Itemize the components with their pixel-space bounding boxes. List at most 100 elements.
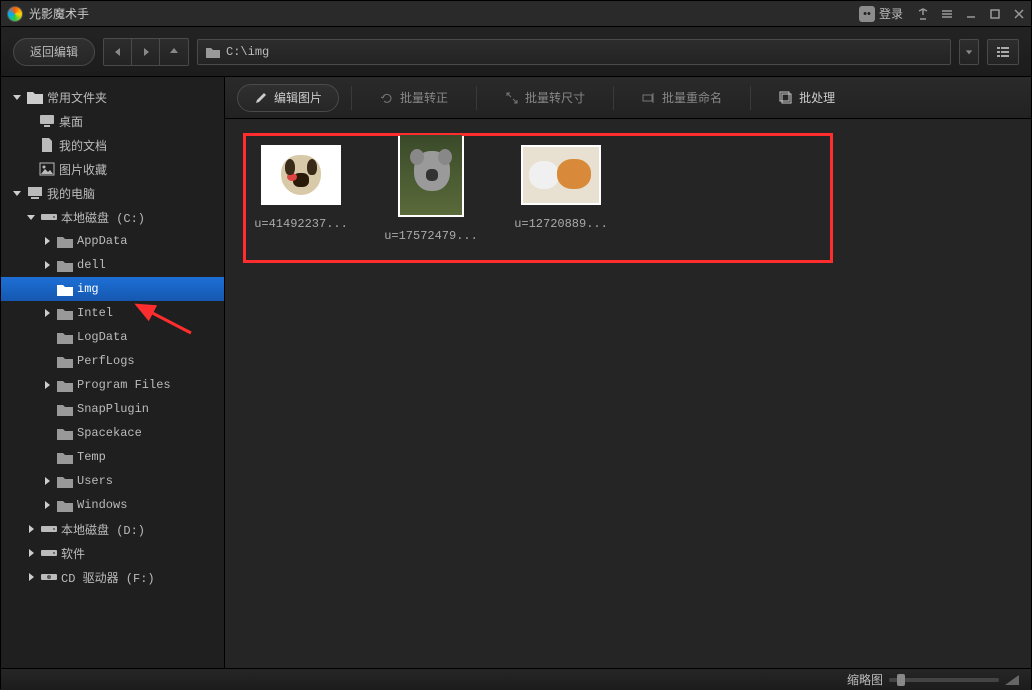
expand-icon xyxy=(41,309,53,317)
thumbnail-size-slider[interactable] xyxy=(889,678,999,682)
thumbnail-item[interactable]: u=17572479... xyxy=(381,145,481,243)
tree-documents[interactable]: 我的文档 xyxy=(1,133,224,157)
face-icon: •• xyxy=(859,6,875,22)
expand-icon xyxy=(25,573,37,581)
folder-icon xyxy=(57,306,73,320)
batch-icon xyxy=(779,91,793,105)
expand-icon xyxy=(25,549,37,557)
folder-icon xyxy=(57,474,73,488)
document-icon xyxy=(39,138,55,152)
app-logo-icon xyxy=(7,6,23,22)
expand-icon xyxy=(25,525,37,533)
tree-folder-windows[interactable]: Windows xyxy=(1,493,224,517)
nav-up-button[interactable] xyxy=(160,39,188,65)
thumbnail-size-label: 缩略图 xyxy=(847,671,883,688)
folder-tree: 常用文件夹 桌面 我的文档 图片收藏 我的电脑 本地磁盘 (C:) AppDat… xyxy=(1,77,225,668)
close-button[interactable] xyxy=(1007,1,1031,27)
edit-image-button[interactable]: 编辑图片 xyxy=(237,84,339,112)
collapse-icon xyxy=(11,93,23,101)
tree-folder-img[interactable]: img xyxy=(1,277,224,301)
drive-icon xyxy=(41,522,57,536)
tree-computer[interactable]: 我的电脑 xyxy=(1,181,224,205)
tree-folder-snapplugin[interactable]: SnapPlugin xyxy=(1,397,224,421)
divider xyxy=(351,86,352,110)
tree-folder-logdata[interactable]: LogData xyxy=(1,325,224,349)
computer-icon xyxy=(27,186,43,200)
folder-icon xyxy=(57,234,73,248)
tree-software[interactable]: 软件 xyxy=(1,541,224,565)
tree-favorites[interactable]: 常用文件夹 xyxy=(1,85,224,109)
view-options-button[interactable] xyxy=(987,39,1019,65)
pencil-icon xyxy=(254,91,268,105)
divider xyxy=(613,86,614,110)
batch-rename-button[interactable]: 批量重命名 xyxy=(626,84,738,112)
minimize-button[interactable] xyxy=(959,1,983,27)
nav-bar: 返回编辑 C:\img xyxy=(1,27,1031,77)
folder-icon xyxy=(57,450,73,464)
folder-icon xyxy=(27,90,43,104)
path-text: C:\img xyxy=(226,45,269,59)
rename-icon xyxy=(642,91,656,105)
tree-folder-temp[interactable]: Temp xyxy=(1,445,224,469)
app-title: 光影魔术手 xyxy=(29,5,89,22)
thumbnail-gallery[interactable]: u=41492237... u=17572479... u=12720889..… xyxy=(225,119,1031,668)
content-pane: 编辑图片 批量转正 批量转尺寸 批量重命名 批处理 xyxy=(225,77,1031,668)
pictures-icon xyxy=(39,162,55,176)
nav-back-button[interactable] xyxy=(104,39,132,65)
drive-icon xyxy=(41,546,57,560)
folder-icon xyxy=(57,426,73,440)
thumbnail-item[interactable]: u=41492237... xyxy=(251,145,351,243)
folder-icon xyxy=(57,378,73,392)
content-toolbar: 编辑图片 批量转正 批量转尺寸 批量重命名 批处理 xyxy=(225,77,1031,119)
thumbnail-image xyxy=(521,145,601,205)
tree-pictures[interactable]: 图片收藏 xyxy=(1,157,224,181)
tree-folder-dell[interactable]: dell xyxy=(1,253,224,277)
batch-process-button[interactable]: 批处理 xyxy=(763,84,851,112)
thumbnail-caption: u=41492237... xyxy=(254,217,348,231)
resize-icon xyxy=(505,91,519,105)
tree-folder-spacekace[interactable]: Spacekace xyxy=(1,421,224,445)
path-dropdown[interactable] xyxy=(959,39,979,65)
thumbnail-caption: u=17572479... xyxy=(384,229,478,243)
tree-folder-appdata[interactable]: AppData xyxy=(1,229,224,253)
folder-icon xyxy=(57,498,73,512)
folder-icon xyxy=(57,282,73,296)
batch-resize-button[interactable]: 批量转尺寸 xyxy=(489,84,601,112)
expand-icon xyxy=(41,237,53,245)
tree-drive-f[interactable]: CD 驱动器 (F:) xyxy=(1,565,224,589)
tree-folder-perflogs[interactable]: PerfLogs xyxy=(1,349,224,373)
folder-icon xyxy=(57,258,73,272)
folder-icon xyxy=(57,330,73,344)
title-bar: 光影魔术手 •• 登录 xyxy=(1,1,1031,27)
divider xyxy=(750,86,751,110)
menu-button[interactable] xyxy=(935,1,959,27)
tree-drive-d[interactable]: 本地磁盘 (D:) xyxy=(1,517,224,541)
divider xyxy=(476,86,477,110)
nav-group xyxy=(103,38,189,66)
maximize-button[interactable] xyxy=(983,1,1007,27)
collapse-icon xyxy=(25,213,37,221)
tree-folder-intel[interactable]: Intel xyxy=(1,301,224,325)
drive-icon xyxy=(41,210,57,224)
path-input[interactable]: C:\img xyxy=(197,39,951,65)
folder-icon xyxy=(206,46,220,58)
slider-knob[interactable] xyxy=(897,674,905,686)
batch-rotate-button[interactable]: 批量转正 xyxy=(364,84,464,112)
cd-drive-icon xyxy=(41,570,57,584)
thumbnail-image xyxy=(261,145,341,205)
nav-forward-button[interactable] xyxy=(132,39,160,65)
tree-folder-program-files[interactable]: Program Files xyxy=(1,373,224,397)
back-to-edit-button[interactable]: 返回编辑 xyxy=(13,38,95,66)
size-max-icon xyxy=(1005,675,1019,685)
login-button[interactable]: •• 登录 xyxy=(851,5,911,22)
tree-drive-c[interactable]: 本地磁盘 (C:) xyxy=(1,205,224,229)
status-bar: 缩略图 xyxy=(1,668,1031,690)
rotate-icon xyxy=(380,91,394,105)
thumbnail-item[interactable]: u=12720889... xyxy=(511,145,611,243)
desktop-icon xyxy=(39,114,55,128)
tree-folder-users[interactable]: Users xyxy=(1,469,224,493)
expand-icon xyxy=(41,477,53,485)
tree-desktop[interactable]: 桌面 xyxy=(1,109,224,133)
collapse-icon xyxy=(11,189,23,197)
pin-button[interactable] xyxy=(911,1,935,27)
